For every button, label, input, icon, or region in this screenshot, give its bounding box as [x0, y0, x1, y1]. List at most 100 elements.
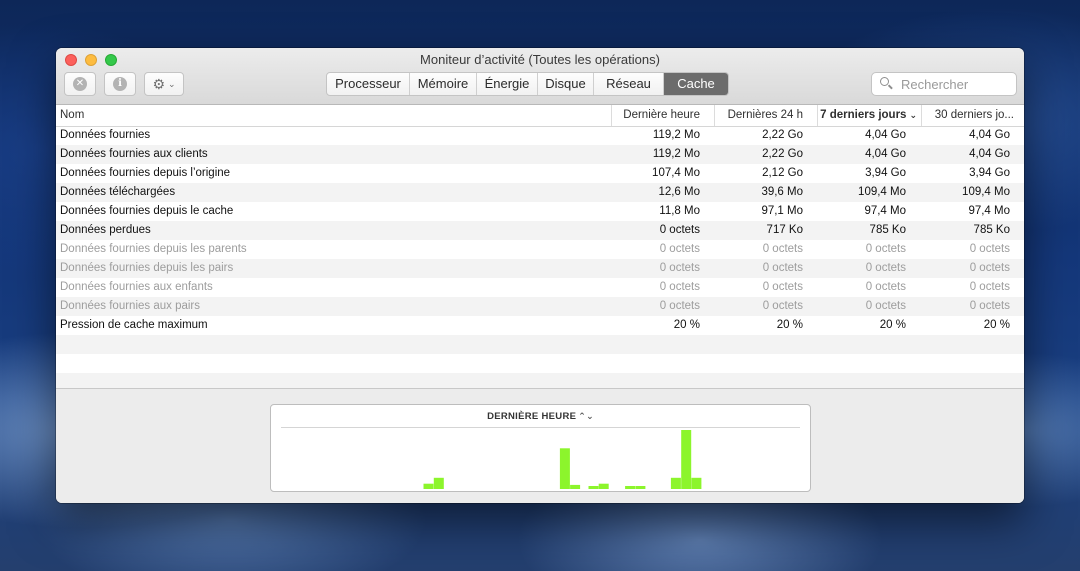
- graph-bar: [598, 483, 609, 489]
- table-row[interactable]: Données perdues 0 octets 717 Ko 785 Ko 785 K…: [56, 221, 1024, 240]
- row-value-month: 4,04 Go: [969, 129, 1010, 141]
- search-field[interactable]: [871, 72, 1017, 96]
- row-name: Données fournies depuis le cache: [60, 205, 234, 217]
- tab-processeur[interactable]: Processeur: [327, 73, 410, 95]
- row-value-hour: 11,8 Mo: [659, 205, 700, 217]
- graph-bar: [559, 448, 570, 489]
- table-row[interactable]: Données fournies aux enfants 0 octets 0 oc…: [56, 278, 1024, 297]
- row-value-day: 0 octets: [762, 281, 803, 293]
- row-value-month: 0 octets: [969, 300, 1010, 312]
- row-value-day: 0 octets: [762, 300, 803, 312]
- row-value-day: 2,12 Go: [762, 167, 803, 179]
- tab-cache[interactable]: Cache: [664, 73, 728, 95]
- column-header-week[interactable]: 7 derniers jours ⌄: [817, 105, 921, 126]
- graph-panel: DERNIÈRE HEURE ⌃⌄: [56, 388, 1024, 503]
- row-name: Données fournies depuis les pairs: [60, 262, 234, 274]
- gear-icon: ⚙: [152, 76, 165, 92]
- cache-table-body: Données fournies 119,2 Mo 2,22 Go 4,04 Go 4,…: [56, 126, 1024, 392]
- row-name: Données fournies depuis l’origine: [60, 167, 231, 179]
- row-name: Données perdues: [60, 224, 151, 236]
- row-value-week: 20 %: [879, 319, 906, 331]
- row-name: Données fournies depuis les parents: [60, 243, 247, 255]
- graph-bars: [423, 430, 702, 489]
- row-value-month: 3,94 Go: [969, 167, 1010, 179]
- tab-disque[interactable]: Disque: [538, 73, 594, 95]
- row-value-month: 20 %: [983, 319, 1010, 331]
- row-value-week: 0 octets: [865, 300, 906, 312]
- row-value-hour: 0 octets: [659, 281, 700, 293]
- sort-descending-icon: ⌄: [909, 110, 917, 120]
- row-value-month: 4,04 Go: [969, 148, 1010, 160]
- row-name: Données téléchargées: [60, 186, 176, 198]
- row-value-hour: 12,6 Mo: [658, 186, 700, 198]
- column-header-hour[interactable]: Dernière heure: [611, 105, 714, 126]
- row-value-week: 3,94 Go: [865, 167, 906, 179]
- table-row[interactable]: Données fournies aux pairs 0 octets 0 octe…: [56, 297, 1024, 316]
- row-value-hour: 107,4 Mo: [652, 167, 700, 179]
- title-bar: Moniteur d’activité (Toutes les opératio…: [56, 48, 1024, 105]
- graph-bar: [681, 430, 692, 489]
- row-value-month: 0 octets: [969, 262, 1010, 274]
- row-value-hour: 0 octets: [659, 224, 700, 236]
- graph-bar: [625, 486, 636, 489]
- tab-reseau[interactable]: Réseau: [594, 73, 664, 95]
- table-row[interactable]: Données fournies aux clients 119,2 Mo 2,22…: [56, 145, 1024, 164]
- row-value-hour: 119,2 Mo: [652, 129, 700, 141]
- graph-bar: [570, 484, 581, 489]
- column-header-week-label: 7 derniers jours: [820, 109, 907, 121]
- graph-bar: [433, 477, 444, 489]
- graph-bar: [635, 486, 646, 489]
- column-header-name[interactable]: Nom: [56, 105, 611, 126]
- row-value-week: 785 Ko: [869, 224, 906, 236]
- row-value-month: 109,4 Mo: [962, 186, 1010, 198]
- row-value-hour: 0 octets: [659, 243, 700, 255]
- window-title: Moniteur d’activité (Toutes les opératio…: [420, 52, 660, 67]
- graph-bar: [423, 483, 434, 489]
- tab-energie[interactable]: Énergie: [477, 73, 538, 95]
- stop-process-button[interactable]: ✕: [64, 72, 96, 96]
- row-name: Données fournies: [60, 129, 151, 141]
- row-value-week: 0 octets: [865, 262, 906, 274]
- inspect-button[interactable]: i: [104, 72, 136, 96]
- info-circle-icon: i: [113, 77, 127, 91]
- row-value-week: 0 octets: [865, 281, 906, 293]
- table-row[interactable]: Pression de cache maximum 20 % 20 % 20 % 20 …: [56, 316, 1024, 335]
- empty-table-row: [56, 335, 1024, 354]
- row-name: Données fournies aux pairs: [60, 300, 200, 312]
- row-value-hour: 20 %: [673, 319, 700, 331]
- tab-memoire[interactable]: Mémoire: [410, 73, 477, 95]
- table-row[interactable]: Données fournies depuis les parents 0 oct…: [56, 240, 1024, 259]
- search-icon: [880, 77, 894, 91]
- row-name: Pression de cache maximum: [60, 319, 208, 331]
- row-value-week: 97,4 Mo: [864, 205, 906, 217]
- search-input[interactable]: [899, 75, 1013, 93]
- table-row[interactable]: Données fournies depuis le cache 11,8 Mo 9…: [56, 202, 1024, 221]
- row-value-day: 0 octets: [762, 262, 803, 274]
- row-value-day: 97,1 Mo: [761, 205, 803, 217]
- table-row[interactable]: Données fournies depuis les pairs 0 octet…: [56, 259, 1024, 278]
- row-value-month: 0 octets: [969, 281, 1010, 293]
- action-menu-button[interactable]: ⚙ ⌄: [144, 72, 184, 96]
- table-row[interactable]: Données fournies 119,2 Mo 2,22 Go 4,04 Go 4,…: [56, 126, 1024, 145]
- table-row[interactable]: Données fournies depuis l’origine 107,4 M…: [56, 164, 1024, 183]
- row-value-month: 785 Ko: [973, 224, 1010, 236]
- row-value-day: 2,22 Go: [762, 129, 803, 141]
- column-header-day[interactable]: Dernières 24 h: [714, 105, 817, 126]
- row-value-week: 4,04 Go: [865, 148, 906, 160]
- graph-bar: [588, 486, 599, 489]
- row-value-month: 0 octets: [969, 243, 1010, 255]
- row-name: Données fournies aux clients: [60, 148, 208, 160]
- row-value-day: 2,22 Go: [762, 148, 803, 160]
- x-circle-icon: ✕: [73, 77, 87, 91]
- row-value-day: 39,6 Mo: [761, 186, 803, 198]
- cache-graph: DERNIÈRE HEURE ⌃⌄: [270, 404, 811, 492]
- row-value-day: 20 %: [776, 319, 803, 331]
- row-value-week: 4,04 Go: [865, 129, 906, 141]
- row-value-week: 109,4 Mo: [858, 186, 906, 198]
- row-value-hour: 0 octets: [659, 262, 700, 274]
- column-header-month[interactable]: 30 derniers jo...: [921, 105, 1024, 126]
- row-value-week: 0 octets: [865, 243, 906, 255]
- table-row[interactable]: Données téléchargées 12,6 Mo 39,6 Mo 109,4 …: [56, 183, 1024, 202]
- row-value-day: 717 Ko: [766, 224, 803, 236]
- row-value-day: 0 octets: [762, 243, 803, 255]
